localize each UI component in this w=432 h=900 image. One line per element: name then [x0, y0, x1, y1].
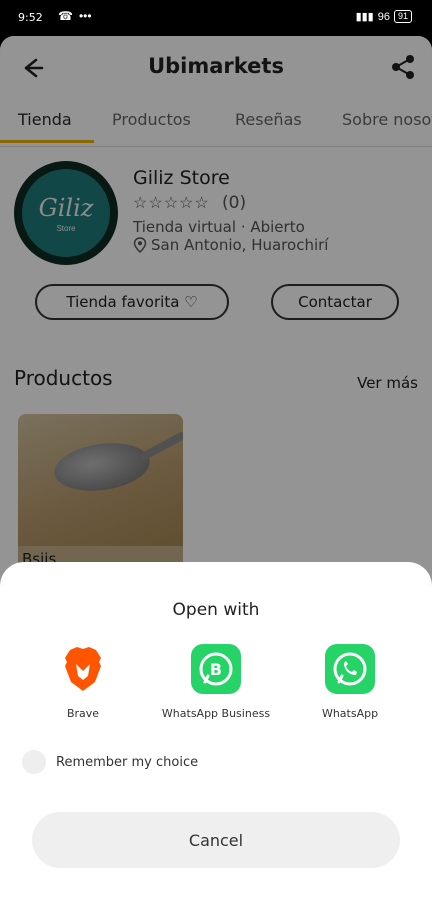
- status-time: 9:52: [18, 11, 43, 24]
- remember-label: Remember my choice: [56, 754, 199, 770]
- app-option-whatsapp-business[interactable]: B WhatsApp Business: [161, 644, 271, 722]
- signal-icon: ▮▮▮: [355, 11, 374, 23]
- app-option-whatsapp[interactable]: WhatsApp: [295, 644, 405, 722]
- app-label-whatsapp-business: WhatsApp Business: [161, 707, 271, 720]
- status-right: ▮▮▮ 96 91: [356, 10, 412, 23]
- more-notifications-icon: •••: [78, 9, 92, 23]
- app-option-brave[interactable]: Brave: [28, 644, 138, 722]
- open-with-sheet: Open with Brave B WhatsApp Business What…: [0, 562, 432, 900]
- svg-text:B: B: [210, 660, 222, 679]
- missed-call-icon: ☎: [58, 9, 73, 23]
- brave-icon: [58, 644, 108, 694]
- sheet-title: Open with: [172, 600, 260, 620]
- network-speed: 96: [377, 10, 390, 23]
- status-bar: 9:52 ☎ ••• ▮▮▮ 96 91: [0, 0, 432, 36]
- cancel-button[interactable]: Cancel: [32, 812, 400, 868]
- status-notification-icons: ☎ •••: [58, 9, 92, 23]
- battery-icon: 91: [393, 10, 412, 23]
- remember-checkbox[interactable]: [22, 750, 46, 774]
- remember-choice[interactable]: Remember my choice: [22, 750, 198, 774]
- whatsapp-business-icon: B: [191, 644, 241, 694]
- app-label-whatsapp: WhatsApp: [321, 707, 379, 720]
- app-label-brave: Brave: [66, 707, 100, 720]
- battery-level: 91: [397, 11, 408, 21]
- whatsapp-icon: [325, 644, 375, 694]
